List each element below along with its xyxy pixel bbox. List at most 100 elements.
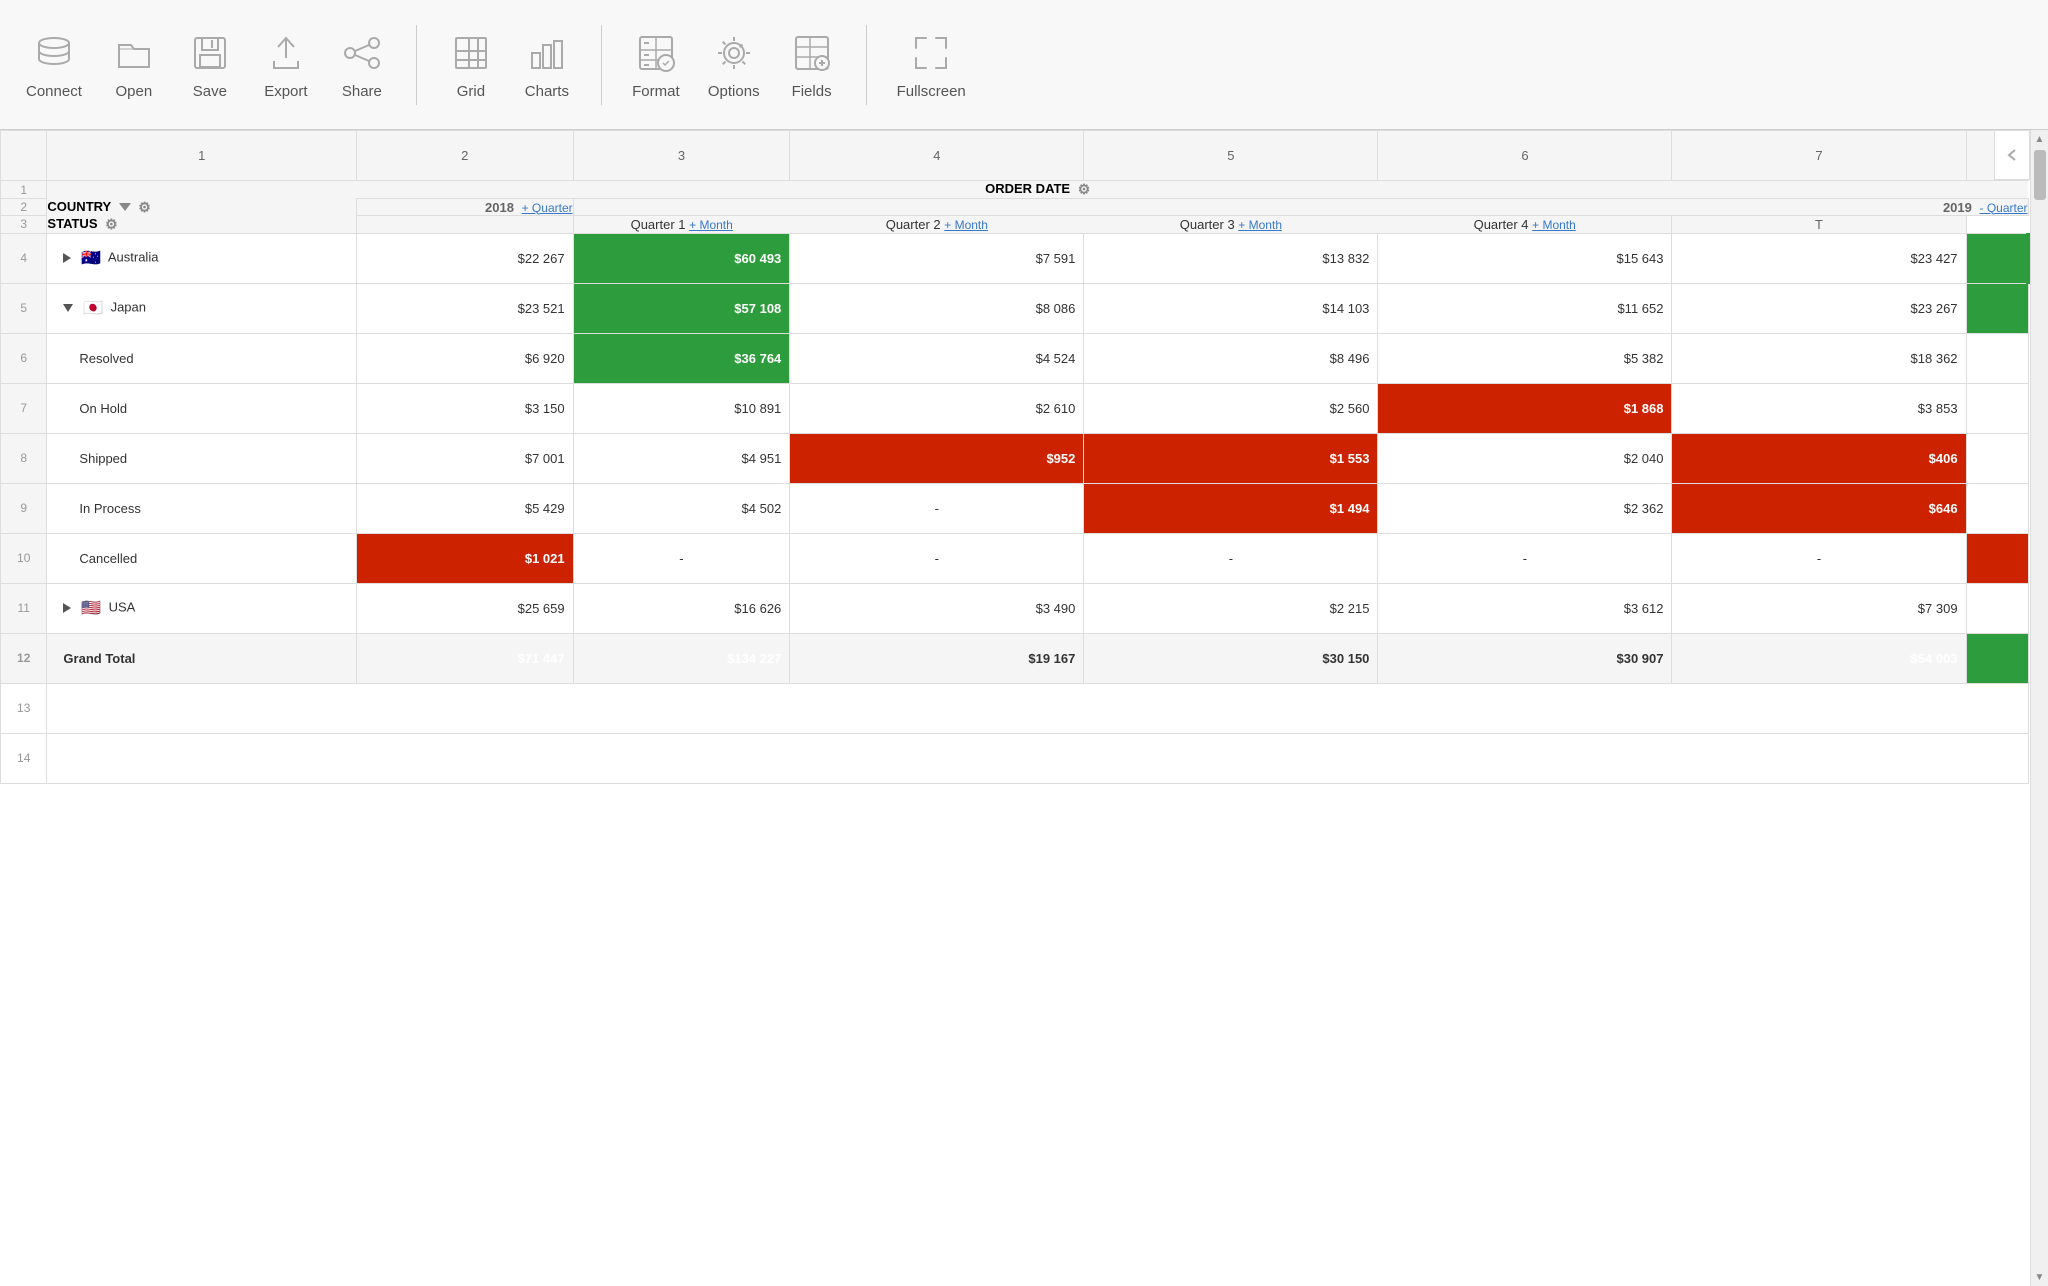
charts-icon — [523, 29, 571, 77]
scroll-thumb[interactable] — [2034, 150, 2046, 200]
inprocess-q4: $646 — [1672, 483, 1966, 533]
charts-button[interactable]: Charts — [509, 23, 585, 106]
shipped-q3: $2 040 — [1378, 433, 1672, 483]
divider-2 — [601, 25, 602, 105]
toolbar-group-grid: Grid Charts — [421, 23, 597, 106]
grand-total-q3: $30 907 — [1378, 633, 1672, 683]
inprocess-q2: $1 494 — [1084, 483, 1378, 533]
usa-q1: $3 490 — [790, 583, 1084, 633]
row-num-6: 6 — [1, 333, 47, 383]
save-button[interactable]: Save — [172, 23, 248, 106]
order-date-settings-icon[interactable]: ⚙ — [1078, 181, 1091, 198]
plus-quarter-link[interactable]: + Quarter — [522, 200, 573, 215]
open-icon — [110, 29, 158, 77]
format-button[interactable]: Format — [618, 23, 694, 106]
scroll-up-button[interactable]: ▲ — [2031, 130, 2048, 148]
row-num-12: 12 — [1, 633, 47, 683]
cancelled-q3: - — [1378, 533, 1672, 583]
total-col-header: T — [1672, 216, 1966, 234]
q3-plus-month-link[interactable]: + Month — [1238, 217, 1282, 232]
q1-header: Quarter 1 + Month — [573, 216, 790, 234]
country-filter-icon[interactable] — [119, 203, 131, 211]
q1-plus-month-link[interactable]: + Month — [689, 217, 733, 232]
grid-container: 1 2 3 4 5 6 7 1 ORDER DATE ⚙ — [0, 130, 2030, 1286]
onhold-total — [1966, 383, 2028, 433]
row-num-11: 11 — [1, 583, 47, 633]
table-row: 4 🇦🇺 Australia $22 267 $60 493 $7 591 $1… — [1, 233, 2029, 283]
usa-q2: $2 215 — [1084, 583, 1378, 633]
row-num-9: 9 — [1, 483, 47, 533]
q4-header: Quarter 4 + Month — [1378, 216, 1672, 234]
fullscreen-button[interactable]: Fullscreen — [883, 23, 980, 106]
usa-total — [1966, 583, 2028, 633]
q4-plus-month-link[interactable]: + Month — [1532, 217, 1576, 232]
country-year-row: 2 COUNTRY ⚙ 2018 + Quarter 2019 - Quarte… — [1, 199, 2029, 216]
connect-button[interactable]: Connect — [12, 23, 96, 106]
vertical-scrollbar[interactable]: ▲ ▼ — [2030, 130, 2048, 1286]
inprocess-2018: $5 429 — [356, 483, 573, 533]
status-settings-icon[interactable]: ⚙ — [105, 216, 118, 233]
inprocess-label: In Process — [47, 483, 357, 533]
shipped-q4: $406 — [1672, 433, 1966, 483]
options-label: Options — [708, 83, 760, 100]
empty-row-13: 13 — [1, 683, 2029, 733]
options-button[interactable]: Options — [694, 23, 774, 106]
open-button[interactable]: Open — [96, 23, 172, 106]
country-settings-icon[interactable]: ⚙ — [138, 199, 151, 216]
usa-2018: $25 659 — [356, 583, 573, 633]
cancelled-q2: - — [1084, 533, 1378, 583]
onhold-2019: $10 891 — [573, 383, 790, 433]
japan-q4: $23 267 — [1672, 283, 1966, 333]
shipped-2018: $7 001 — [356, 433, 573, 483]
export-button[interactable]: Export — [248, 23, 324, 106]
shipped-total — [1966, 433, 2028, 483]
col-num-2: 2 — [356, 131, 573, 181]
onhold-q1: $2 610 — [790, 383, 1084, 433]
cancelled-2018: $1 021 — [356, 533, 573, 583]
options-icon — [710, 29, 758, 77]
format-icon — [632, 29, 680, 77]
share-button[interactable]: Share — [324, 23, 400, 106]
resolved-q1: $4 524 — [790, 333, 1084, 383]
usa-expand-icon[interactable] — [63, 603, 71, 613]
grand-total-indicator — [1966, 633, 2028, 683]
minus-quarter-link[interactable]: - Quarter — [1979, 200, 2027, 215]
scroll-down-button[interactable]: ▼ — [2031, 1268, 2048, 1286]
corner-cell — [1, 131, 47, 181]
table-row: 5 🇯🇵 Japan $23 521 $57 108 $8 086 $14 10… — [1, 283, 2029, 333]
table-row: 8 Shipped $7 001 $4 951 $952 $1 553 $2 0… — [1, 433, 2029, 483]
row-num-5: 5 — [1, 283, 47, 333]
cancelled-label: Cancelled — [47, 533, 357, 583]
table-row: 10 Cancelled $1 021 - - - - - — [1, 533, 2029, 583]
empty-row-14: 14 — [1, 733, 2029, 783]
year-2019-header: 2019 - Quarter — [573, 199, 2028, 216]
format-label: Format — [632, 83, 680, 100]
resolved-2019: $36 764 — [573, 333, 790, 383]
col-num-3: 3 — [573, 131, 790, 181]
year-2018-header: 2018 + Quarter — [356, 199, 573, 216]
col-num-7: 7 — [1672, 131, 1966, 181]
japan-expand-icon[interactable] — [63, 304, 73, 312]
usa-q3: $3 612 — [1378, 583, 1672, 633]
cancelled-q1: - — [790, 533, 1084, 583]
collapse-button[interactable] — [1994, 130, 2030, 180]
fields-button[interactable]: Fields — [774, 23, 850, 106]
status-col-header: STATUS ⚙ — [47, 216, 357, 234]
fields-label: Fields — [792, 83, 832, 100]
grand-total-q2: $30 150 — [1084, 633, 1378, 683]
onhold-q3: $1 868 — [1378, 383, 1672, 433]
inprocess-q1: - — [790, 483, 1084, 533]
australia-2018: $22 267 — [356, 233, 573, 283]
table-row: 7 On Hold $3 150 $10 891 $2 610 $2 560 $… — [1, 383, 2029, 433]
q2-plus-month-link[interactable]: + Month — [944, 217, 988, 232]
col-num-4: 4 — [790, 131, 1084, 181]
collapse-icon — [2002, 145, 2022, 165]
q3-header: Quarter 3 + Month — [1084, 216, 1378, 234]
shipped-q1: $952 — [790, 433, 1084, 483]
grid-icon — [447, 29, 495, 77]
resolved-q3: $5 382 — [1378, 333, 1672, 383]
order-date-row: 1 ORDER DATE ⚙ — [1, 181, 2029, 199]
australia-expand-icon[interactable] — [63, 253, 71, 263]
grid-button[interactable]: Grid — [433, 23, 509, 106]
pivot-table: 1 2 3 4 5 6 7 1 ORDER DATE ⚙ — [0, 130, 2030, 784]
